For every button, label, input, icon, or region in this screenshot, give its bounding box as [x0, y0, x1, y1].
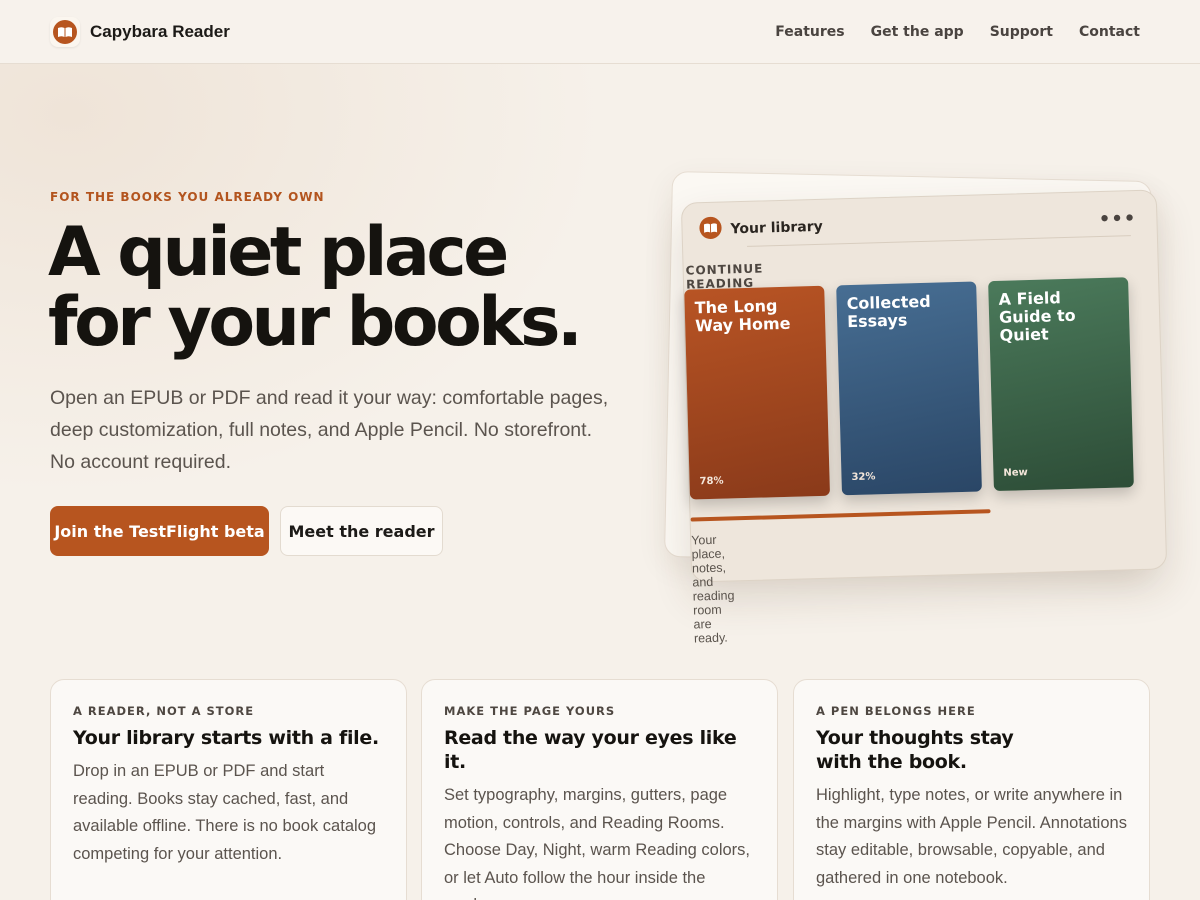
book-cover[interactable]: A Field Guide to Quiet New	[988, 277, 1134, 492]
book-progress: 32%	[851, 471, 876, 484]
feature-card: A READER, NOT A STORE Your library start…	[50, 679, 407, 900]
feature-card: A PEN BELONGS HERE Your thoughts stay wi…	[793, 679, 1150, 900]
book-progress: 78%	[699, 475, 724, 488]
library-card: Your library ••• CONTINUE READING The Lo…	[680, 189, 1168, 646]
nav-features[interactable]: Features	[775, 24, 844, 40]
feature-eyebrow: A PEN BELONGS HERE	[816, 704, 976, 718]
library-card-footer: Your place, notes, and reading room are …	[691, 532, 735, 646]
feature-eyebrow: A READER, NOT A STORE	[73, 704, 255, 718]
main-nav: Features Get the app Support Contact	[775, 24, 1140, 40]
meet-the-reader-button[interactable]: Meet the reader	[280, 506, 443, 556]
book-cover[interactable]: Collected Essays 32%	[836, 281, 982, 496]
headline-line-1: A quiet place	[48, 213, 509, 292]
book-status: New	[1003, 467, 1029, 479]
nav-contact[interactable]: Contact	[1079, 24, 1140, 40]
feature-body: Set typography, margins, gutters, page m…	[444, 786, 750, 900]
join-testflight-button[interactable]: Join the TestFlight beta	[50, 506, 269, 556]
headline-line-2: for your books.	[48, 283, 583, 362]
feature-body: Drop in an EPUB or PDF and start reading…	[73, 762, 377, 863]
book-title: A Field Guide to Quiet	[998, 288, 1076, 345]
nav-get-the-app[interactable]: Get the app	[871, 24, 964, 40]
feature-title: Your library starts with a file.	[73, 727, 379, 749]
feature-body: Highlight, type notes, or write anywhere…	[816, 786, 1127, 887]
hero-headline: A quiet place for your books.	[48, 218, 648, 358]
book-title: The Long Way Home	[694, 296, 791, 336]
brand-name: Capybara Reader	[90, 21, 230, 41]
hero-lede: Open an EPUB or PDF and read it your way…	[50, 387, 609, 473]
feature-eyebrow: MAKE THE PAGE YOURS	[444, 704, 616, 718]
open-book-icon	[50, 16, 80, 47]
feature-title: Read the way your eyes like it.	[444, 727, 737, 773]
reading-progress-line	[690, 509, 991, 522]
library-card-header: Your library •••	[698, 203, 1137, 245]
hero-eyebrow: FOR THE BOOKS YOU ALREADY OWN	[50, 190, 325, 204]
open-book-icon	[698, 216, 723, 245]
book-title: Collected Essays	[846, 291, 931, 332]
more-options-icon[interactable]: •••	[1099, 208, 1137, 230]
library-card-title: Your library	[730, 218, 823, 238]
site-header: Capybara Reader Features Get the app Sup…	[0, 0, 1200, 64]
feature-title: Your thoughts stay with the book.	[816, 727, 1014, 773]
feature-card: MAKE THE PAGE YOURS Read the way your ey…	[421, 679, 778, 900]
brand[interactable]: Capybara Reader	[50, 16, 230, 47]
book-cover[interactable]: The Long Way Home 78%	[684, 285, 831, 500]
nav-support[interactable]: Support	[990, 24, 1053, 40]
